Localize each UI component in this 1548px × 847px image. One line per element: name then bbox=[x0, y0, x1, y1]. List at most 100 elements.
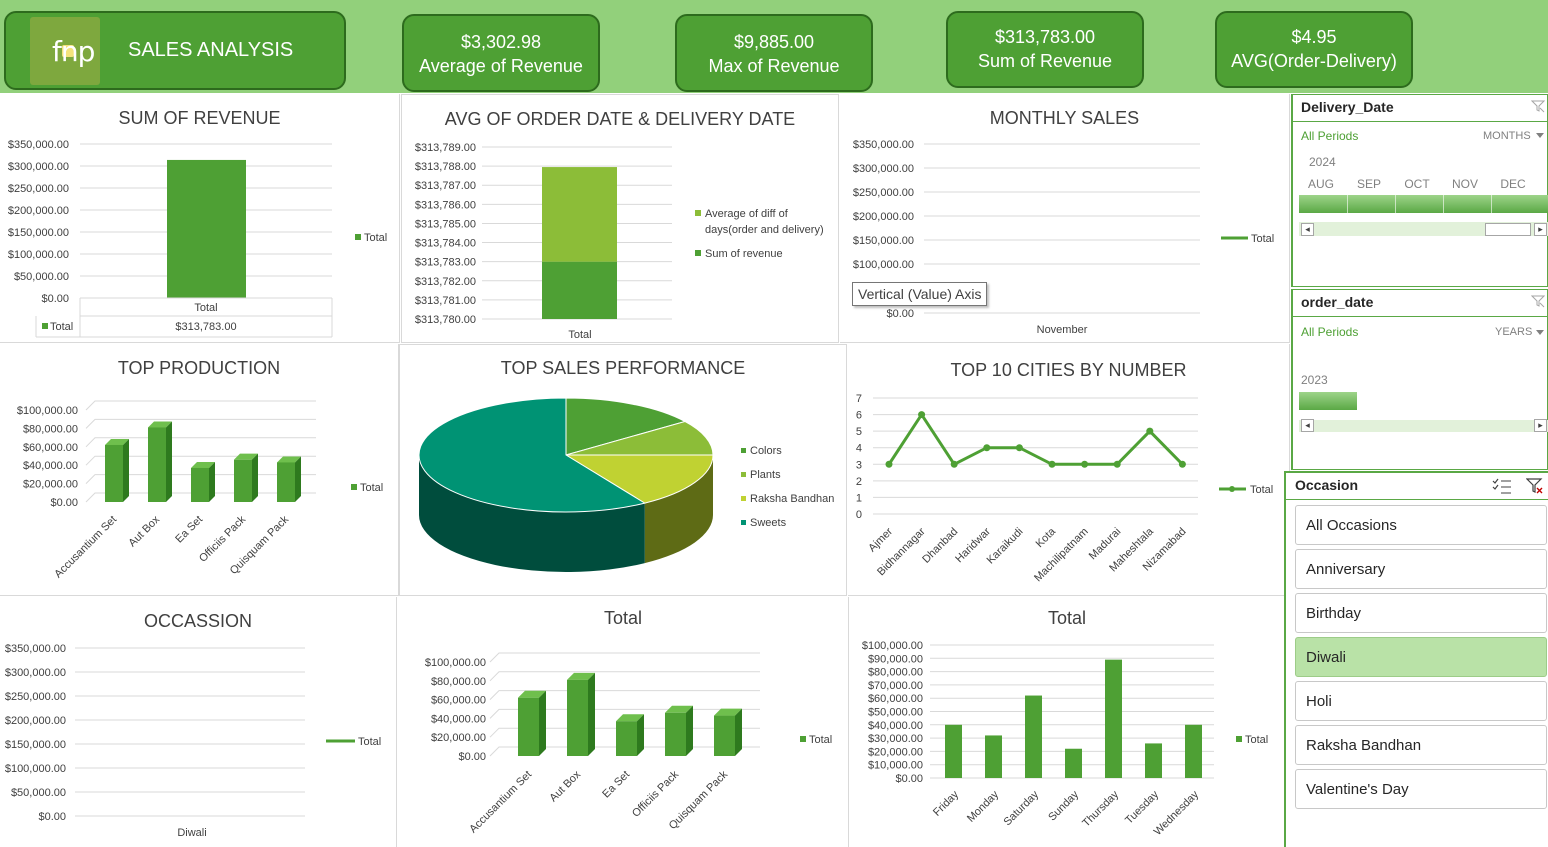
chart-top-sales-performance[interactable]: TOP SALES PERFORMANCE Colors Plants Raksha… bbox=[399, 344, 847, 596]
y-tick-label: $313,787.00 bbox=[415, 180, 476, 192]
timeline-selection-bar[interactable] bbox=[1299, 195, 1548, 213]
legend-key bbox=[741, 448, 746, 453]
slicer-order-date[interactable]: order_date All Periods YEARS 2023 ◂ ▸ bbox=[1291, 289, 1548, 470]
y-tick-label: $50,000.00 bbox=[14, 271, 69, 283]
legend-label: Total bbox=[1250, 484, 1273, 496]
line-marker bbox=[1015, 444, 1023, 452]
scroll-right-icon[interactable]: ▸ bbox=[1534, 223, 1547, 236]
bar-sum-of-revenue bbox=[542, 261, 617, 319]
chart-top-cities[interactable]: TOP 10 CITIES BY NUMBER 0 1 2 3 4 5 6 7 Ajmer Bid… bbox=[848, 344, 1290, 596]
y-tick-label: $80,000.00 bbox=[868, 667, 923, 679]
occasion-item-diwali[interactable]: Diwali bbox=[1295, 637, 1547, 677]
y-tick-label: $313,788.00 bbox=[415, 161, 476, 173]
y-tick-label: $80,000.00 bbox=[431, 676, 486, 688]
multi-select-icon[interactable] bbox=[1492, 477, 1512, 495]
slicer-delivery-date[interactable]: Delivery_Date All Periods MONTHS 2024 AU… bbox=[1291, 94, 1548, 287]
chevron-down-icon[interactable] bbox=[1536, 133, 1544, 138]
chart-occasion[interactable]: OCCASSION $0.00 $50,000.00 $100,000.00 $150… bbox=[0, 597, 397, 847]
all-periods-link[interactable]: All Periods bbox=[1301, 129, 1358, 143]
scroll-left-icon[interactable]: ◂ bbox=[1301, 223, 1314, 236]
time-level-dropdown[interactable]: YEARS bbox=[1495, 326, 1532, 338]
occasion-item-valentines-day[interactable]: Valentine's Day bbox=[1295, 769, 1547, 809]
slicer-title: Delivery_Date bbox=[1301, 99, 1394, 115]
y-tick-label: $100,000.00 bbox=[8, 249, 69, 261]
dashboard: fnp SALES ANALYSIS $3,302.98 Average of … bbox=[0, 0, 1548, 847]
timeline-scrollbar[interactable] bbox=[1299, 420, 1548, 432]
chart-total-products[interactable]: Total $0.00 $20,000.00 $40,000.00 $60,000.0… bbox=[398, 597, 849, 847]
bar-aut-box bbox=[148, 427, 166, 502]
x-tick-label: Saturday bbox=[1002, 788, 1042, 828]
legend-label-avg-diff: Average of diff of bbox=[705, 208, 789, 220]
legend-label: Colors bbox=[750, 445, 782, 457]
y-tick-label: $100,000.00 bbox=[5, 763, 66, 775]
slicer-occasion[interactable]: Occasion All Occasions Anniversary Birth… bbox=[1284, 471, 1548, 847]
kpi-max-revenue: $9,885.00 Max of Revenue bbox=[675, 14, 873, 92]
legend-key bbox=[800, 736, 806, 742]
occasion-item-birthday[interactable]: Birthday bbox=[1295, 593, 1547, 633]
bar-average-diff-days bbox=[542, 167, 617, 262]
y-tick-label: $100,000.00 bbox=[17, 405, 78, 417]
x-tick-label: Dhanbad bbox=[920, 526, 960, 566]
slicer-divider bbox=[1293, 121, 1547, 122]
x-tick-label: Aut Box bbox=[547, 768, 583, 804]
y-tick-label: $250,000.00 bbox=[8, 183, 69, 195]
y-tick-label: $350,000.00 bbox=[5, 643, 66, 655]
clear-filter-icon[interactable] bbox=[1531, 99, 1545, 113]
bar-ea-set bbox=[191, 467, 209, 502]
bar-side bbox=[637, 714, 644, 756]
occasion-svg: $0.00 $50,000.00 $100,000.00 $150,000.00 $20… bbox=[5, 643, 381, 839]
timeline-selection-bar[interactable] bbox=[1299, 392, 1357, 410]
bar-aut-box bbox=[567, 679, 588, 756]
legend-label-sum-revenue: Sum of revenue bbox=[705, 248, 783, 260]
legend-label: Plants bbox=[750, 469, 781, 481]
time-level-dropdown[interactable]: MONTHS bbox=[1483, 130, 1531, 142]
legend-key-sum-revenue bbox=[695, 250, 701, 256]
legend-key bbox=[355, 234, 361, 240]
y-tick-label: $100,000.00 bbox=[862, 640, 923, 652]
y-tick-label: 7 bbox=[856, 393, 862, 405]
all-periods-link[interactable]: All Periods bbox=[1301, 325, 1358, 339]
gridline bbox=[85, 400, 316, 411]
y-tick-label: $0.00 bbox=[458, 751, 486, 763]
bar-tuesday bbox=[1145, 743, 1162, 778]
year-label: 2024 bbox=[1309, 155, 1336, 169]
legend-label-avg-diff-2: days(order and delivery) bbox=[705, 224, 824, 236]
kpi-value: $3,302.98 bbox=[460, 32, 542, 52]
scroll-left-icon[interactable]: ◂ bbox=[1301, 419, 1314, 432]
chart-total-weekdays[interactable]: Total $0.00 $10,000.00 $20,000.00 $30,000.0… bbox=[850, 597, 1284, 847]
y-tick-label: 3 bbox=[856, 459, 862, 471]
occasion-item-all[interactable]: All Occasions bbox=[1295, 505, 1547, 545]
chart-avg-order-delivery[interactable]: AVG OF ORDER DATE & DELIVERY DATE $313,7… bbox=[401, 94, 839, 343]
timeline-tick bbox=[1491, 195, 1492, 213]
bar-accusantium-set bbox=[518, 697, 539, 756]
chevron-down-icon[interactable] bbox=[1536, 330, 1544, 335]
occasion-item-raksha-bandhan[interactable]: Raksha Bandhan bbox=[1295, 725, 1547, 765]
y-tick-label: $313,784.00 bbox=[415, 238, 476, 250]
gridline bbox=[489, 652, 760, 663]
kpi-label: AVG(Order-Delivery) bbox=[1231, 51, 1397, 71]
y-tick-label: $40,000.00 bbox=[431, 713, 486, 725]
scroll-right-icon[interactable]: ▸ bbox=[1534, 419, 1547, 432]
y-tick-label: 0 bbox=[856, 509, 862, 521]
occasion-item-anniversary[interactable]: Anniversary bbox=[1295, 549, 1547, 589]
y-tick-label: $70,000.00 bbox=[868, 680, 923, 692]
legend-label: Raksha Bandhan bbox=[750, 493, 834, 505]
y-tick-label: 1 bbox=[856, 492, 862, 504]
scroll-thumb[interactable] bbox=[1485, 223, 1531, 236]
total-days-svg: $0.00$10,000.00 $20,000.00$30,000.00$40,0… bbox=[862, 640, 1268, 838]
chart-top-production[interactable]: TOP PRODUCTION $0.00 $20,000.00 $40,000.00… bbox=[0, 344, 399, 596]
y-tick-label: $150,000.00 bbox=[5, 739, 66, 751]
legend-label: Total bbox=[1251, 233, 1274, 245]
y-tick-label: $200,000.00 bbox=[5, 715, 66, 727]
y-tick-label: $30,000.00 bbox=[868, 733, 923, 745]
clear-filter-icon[interactable] bbox=[1526, 477, 1544, 495]
occasion-plot: $0.00 $50,000.00 $100,000.00 $150,000.00 $20… bbox=[5, 643, 305, 839]
y-tick-label: $350,000.00 bbox=[8, 139, 69, 151]
occasion-item-holi[interactable]: Holi bbox=[1295, 681, 1547, 721]
slicer-divider bbox=[1293, 316, 1547, 317]
x-tick-label: Ea Set bbox=[600, 769, 632, 801]
chart-sum-of-revenue[interactable]: SUM OF REVENUE $0.00 $50,000.00 $100,000.0… bbox=[0, 94, 400, 343]
clear-filter-icon[interactable] bbox=[1531, 294, 1545, 308]
table-legend-key bbox=[42, 323, 48, 329]
bar-accusantium-set bbox=[105, 444, 123, 502]
